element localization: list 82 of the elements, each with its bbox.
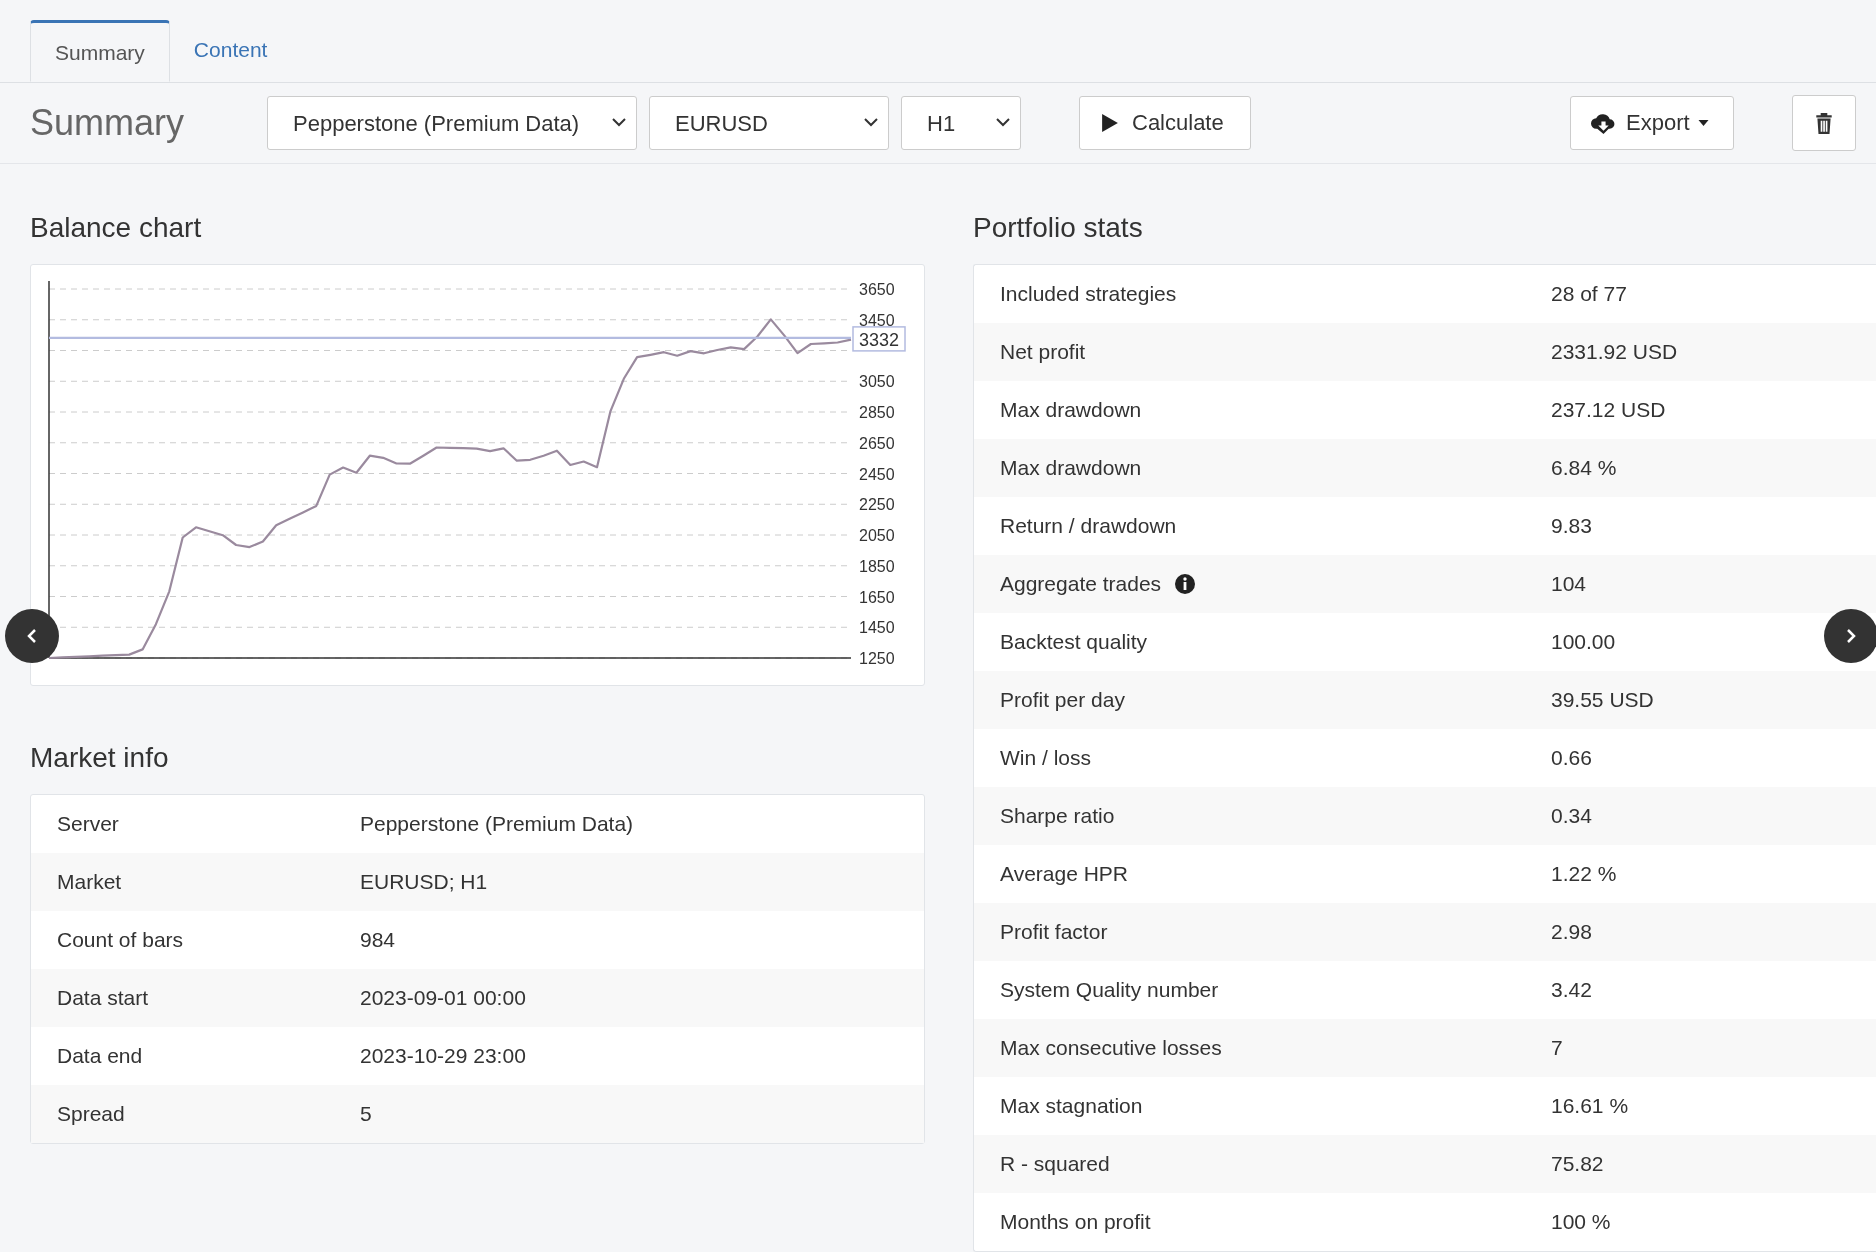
row-value: 9.83 (1551, 514, 1592, 538)
row-label: Average HPR (1000, 862, 1128, 886)
row-label: Count of bars (56, 928, 185, 952)
row-value: 2.98 (1551, 920, 1592, 944)
row-value: Pepperstone (Premium Data) (360, 812, 634, 836)
row-label: Max drawdown (1000, 456, 1142, 480)
row-label: Data start (56, 986, 150, 1010)
row-label: Profit factor (1000, 920, 1108, 944)
row-value: 2023-09-01 00:00 (360, 986, 526, 1010)
chevron-right-icon (1846, 628, 1856, 644)
row-label: Return / drawdown (1000, 514, 1177, 538)
calculate-button[interactable]: Calculate (1079, 96, 1251, 150)
row-value: EURUSD; H1 (360, 870, 488, 894)
chevron-left-icon (27, 628, 37, 644)
chevron-down-icon (612, 118, 626, 127)
trash-icon (1815, 112, 1833, 134)
server-select[interactable]: Pepperstone (Premium Data) (267, 96, 637, 150)
axis-label: 3450 (859, 311, 895, 329)
axis-label: 2850 (859, 404, 895, 421)
value-label: 3332 (852, 326, 906, 352)
axis-label: 1850 (859, 557, 895, 575)
play-icon (1102, 114, 1118, 132)
row-label: Data end (56, 1044, 144, 1068)
row-value: 39.55 USD (1551, 688, 1654, 712)
section-heading: Market info (30, 741, 170, 775)
page-title: Summary (30, 102, 186, 144)
row-label: Spread (56, 1102, 126, 1126)
chevron-down-icon (996, 118, 1010, 127)
previous-button[interactable] (5, 609, 59, 663)
axis-label: 2450 (859, 465, 895, 483)
row-label: Max consecutive losses (1000, 1036, 1222, 1060)
row-label: System Quality number (1000, 978, 1219, 1002)
row-value: 100 % (1551, 1210, 1611, 1234)
chevron-down-icon (864, 118, 878, 127)
axis-label: 3650 (859, 281, 895, 298)
export-button[interactable]: Export (1570, 96, 1734, 150)
row-label: Included strategies (1000, 282, 1177, 306)
row-value: 984 (360, 928, 396, 952)
caret-down-icon (1697, 120, 1709, 126)
axis-label: 3050 (859, 373, 895, 391)
row-label: Sharpe ratio (1000, 804, 1115, 828)
row-value: 0.34 (1551, 804, 1592, 828)
row-label: Aggregate trades (1000, 572, 1162, 596)
symbol-select[interactable]: EURUSD (649, 96, 889, 150)
row-value: 2331.92 USD (1551, 340, 1678, 364)
row-label: Server (56, 812, 120, 836)
row-value: 2023-10-29 23:00 (360, 1044, 526, 1068)
axis-label: 1650 (859, 588, 895, 606)
tab[interactable]: Summary (30, 20, 170, 82)
section-heading: Portfolio stats (973, 211, 1144, 245)
row-label: Net profit (1000, 340, 1086, 364)
row-value: 16.61 % (1551, 1094, 1629, 1118)
row-label: Market (56, 870, 123, 894)
row-label: Max stagnation (1000, 1094, 1143, 1118)
delete-button[interactable] (1792, 95, 1856, 151)
section-heading: Balance chart (30, 211, 203, 245)
row-value: 75.82 (1551, 1152, 1604, 1176)
row-value: 1.22 % (1551, 862, 1617, 886)
row-label: Backtest quality (1000, 630, 1148, 654)
row-value: 28 of 77 (1551, 282, 1627, 306)
row-value: 7 (1551, 1036, 1563, 1060)
period-select[interactable]: H1 (901, 96, 1021, 150)
cloud-download-icon (1591, 112, 1616, 134)
row-label: Profit per day (1000, 688, 1125, 712)
row-label: Max drawdown (1000, 398, 1142, 422)
tab[interactable]: Content (169, 20, 292, 82)
row-value: 3.42 (1551, 978, 1592, 1002)
row-label: R - squared (1000, 1152, 1110, 1176)
row-label: Months on profit (1000, 1210, 1151, 1234)
row-value: 6.84 % (1551, 456, 1617, 480)
axis-label: 2650 (859, 434, 895, 452)
row-value: 5 (360, 1102, 372, 1126)
row-value: 100.00 (1551, 630, 1616, 654)
axis-label: 2050 (859, 527, 895, 544)
row-value: 104 (1551, 572, 1587, 596)
axis-label: 2250 (859, 496, 895, 514)
row-value: 0.66 (1551, 746, 1592, 770)
info-icon[interactable] (1175, 574, 1196, 594)
axis-label: 1450 (859, 619, 895, 637)
row-label: Win / loss (1000, 746, 1091, 770)
row-value: 237.12 USD (1551, 398, 1666, 422)
axis-label: 1250 (859, 650, 895, 667)
